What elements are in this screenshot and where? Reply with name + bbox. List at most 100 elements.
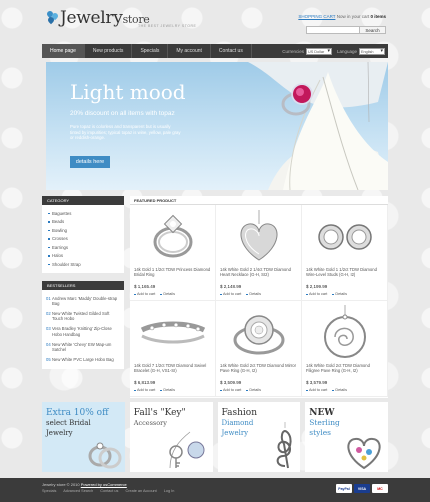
details-link[interactable]: Details (246, 388, 261, 392)
nav-specials[interactable]: Specials (132, 44, 169, 58)
footer-link-login[interactable]: Log In (164, 489, 175, 493)
category-item[interactable]: Earrings (42, 243, 124, 252)
product-grid: 14k Gold 1 1/2ct TDW Princess Diamond Br… (130, 205, 388, 397)
add-to-cart-link[interactable]: Add to cart (220, 292, 241, 296)
add-to-cart-link[interactable]: Add to cart (220, 388, 241, 392)
shopping-cart-link[interactable]: SHOPPING CART (298, 14, 335, 19)
bestsellers-list: 01 Andrew Marc 'Maddy' Double-strap Bag 0… (42, 289, 124, 370)
details-link[interactable]: Details (332, 388, 347, 392)
filigree-pendant-image[interactable] (306, 305, 383, 361)
product-name[interactable]: 14k White Gold 2ct TDW Diamond Filigree … (306, 363, 383, 378)
banner-subtitle: 20% discount on all items with topaz (70, 110, 175, 117)
details-link[interactable]: Details (246, 292, 261, 296)
product-card: 14k Gold 7 1/2ct TDW Diamond Swivel Brac… (130, 301, 216, 397)
category-item[interactable]: Crosses (42, 235, 124, 244)
category-item[interactable]: Baguettes (42, 209, 124, 218)
search-form: Search (306, 26, 386, 34)
ring-image[interactable] (134, 209, 211, 265)
footer-link-advanced-search[interactable]: Advanced Search (63, 489, 93, 493)
add-to-cart-link[interactable]: Add to cart (306, 292, 327, 296)
logo[interactable]: Jewelrystore (45, 10, 150, 28)
add-to-cart-link[interactable]: Add to cart (134, 292, 155, 296)
mastercard-logo-icon: MC (372, 484, 388, 493)
product-name[interactable]: 14k Gold 7 1/2ct TDW Diamond Swivel Brac… (134, 363, 211, 378)
nav-my-account[interactable]: My account (168, 44, 211, 58)
product-name[interactable]: 14k White Gold 2ct TDW Diamond Mirror Pa… (220, 363, 297, 378)
currency-select[interactable]: US Dollar (305, 47, 332, 55)
nav-new-products[interactable]: New products (85, 44, 133, 58)
bestseller-item[interactable]: 05 New White PVC Large Hobo Bag (42, 355, 124, 365)
heart-pendant-image[interactable] (220, 209, 297, 265)
promo-new-sterling[interactable]: NEW Sterling styles (305, 402, 388, 472)
hero-banner[interactable]: Light mood 20% discount on all items wit… (46, 62, 388, 190)
promo-line: Accessory (133, 419, 167, 427)
cart-summary: SHOPPING CART Now in your cart 0 items (298, 14, 386, 19)
bestseller-item[interactable]: 03 Vera Bradley 'Knitting' Zip-Close Hobo… (42, 324, 124, 339)
product-card: 14k White Gold 1 1/2ct TDW Diamond Wire-… (302, 205, 388, 301)
page: Jewelrystore THE BEST JEWELRY STORE SHOP… (42, 0, 388, 502)
language-label: Language (336, 48, 357, 54)
banner-description: Pure topaz is colorless and transparent … (70, 124, 181, 140)
tagline: THE BEST JEWELRY STORE (138, 24, 197, 28)
oscommerce-link[interactable]: Powered by osCommerce (81, 482, 127, 487)
promo-line: Fall's "Key" (133, 408, 186, 418)
footer-link-contact[interactable]: Contact us (100, 489, 118, 493)
featured-heading: FEATURED PRODUCT (130, 196, 388, 205)
details-link[interactable]: Details (332, 292, 347, 296)
product-card: 14k White Gold 2ct TDW Diamond Mirror Pa… (216, 301, 302, 397)
add-to-cart-link[interactable]: Add to cart (134, 388, 155, 392)
product-name[interactable]: 14k Gold 1 1/2ct TDW Princess Diamond Br… (134, 267, 211, 282)
nav-home[interactable]: Home page (42, 44, 85, 58)
details-link[interactable]: Details (160, 292, 175, 296)
category-item[interactable]: Shoulder Strap (42, 260, 124, 269)
details-link[interactable]: Details (160, 388, 175, 392)
language-select[interactable]: English (359, 47, 385, 55)
category-list: Baguettes Beads Bowling Crosses Earrings… (42, 205, 124, 273)
bestseller-item[interactable]: 02 New White Twisted Gilded Soft Touch Ho… (42, 309, 124, 324)
featured-products: FEATURED PRODUCT 14k Gold 1 1/2ct TDW Pr… (130, 196, 388, 398)
promo-line: Jewelry (221, 429, 249, 437)
promo-line: Diamond (221, 419, 254, 427)
footer-link-create-account[interactable]: Create an Account (125, 489, 156, 493)
paypal-logo-icon: PayPal (336, 484, 352, 493)
ring-pair-image (88, 442, 122, 469)
promo-line: Fashion (221, 408, 258, 418)
promo-line: Sterling (309, 418, 340, 427)
bracelet-image[interactable] (134, 305, 211, 361)
category-item[interactable]: Beads (42, 218, 124, 227)
product-price: $ 3,509.99 (220, 380, 242, 385)
bestsellers-heading: BESTSELLERS (42, 280, 124, 290)
product-price: $ 1,165.49 (134, 284, 156, 289)
promo-line: select Bridal (46, 419, 91, 427)
cart-count: 0 items (370, 14, 386, 19)
pave-ring-image[interactable] (220, 305, 297, 361)
currencies-label: Currencies (282, 48, 304, 54)
category-heading: CATEGORY (42, 196, 124, 205)
details-button[interactable]: details here (70, 156, 110, 168)
bestseller-item[interactable]: 01 Andrew Marc 'Maddy' Double-strap Bag (42, 294, 124, 309)
cart-text: Now in your cart (336, 14, 370, 19)
search-button[interactable]: Search (360, 26, 386, 34)
product-name[interactable]: 14k White Gold 2 1/4ct TDW Diamond Heart… (220, 267, 297, 282)
footer-link-specials[interactable]: Specials (42, 489, 56, 493)
product-price: $ 2,199.99 (306, 284, 328, 289)
bestseller-item[interactable]: 04 New White 'Chevy' EW Map-um Satchel (42, 340, 124, 355)
add-to-cart-link[interactable]: Add to cart (306, 388, 327, 392)
visa-logo-icon: VISA (354, 484, 370, 493)
promo-fashion-diamond[interactable]: Fashion Diamond Jewelry (217, 402, 301, 472)
promo-key-accessory[interactable]: Fall's "Key" Accessory (129, 402, 213, 472)
product-card: 14k Gold 1 1/2ct TDW Princess Diamond Br… (130, 205, 216, 301)
search-input[interactable] (306, 26, 360, 34)
promo-bridal[interactable]: Extra 10% off select Bridal Jewelry (42, 402, 125, 472)
product-card: 14k White Gold 2ct TDW Diamond Filigree … (302, 301, 388, 397)
category-item[interactable]: Halos (42, 252, 124, 261)
nav-contact[interactable]: Contact us (211, 44, 252, 58)
promo-line: styles (309, 428, 332, 437)
sidebar: CATEGORY Baguettes Beads Bowling Crosses… (42, 196, 124, 370)
product-price: $ 2,148.99 (220, 284, 242, 289)
payment-logos: PayPal VISA MC (336, 484, 388, 493)
stud-earrings-image[interactable] (306, 209, 383, 265)
product-name[interactable]: 14k White Gold 1 1/2ct TDW Diamond Wire-… (306, 267, 383, 282)
category-item[interactable]: Bowling (42, 226, 124, 235)
main-nav: Home page New products Specials My accou… (42, 44, 388, 58)
